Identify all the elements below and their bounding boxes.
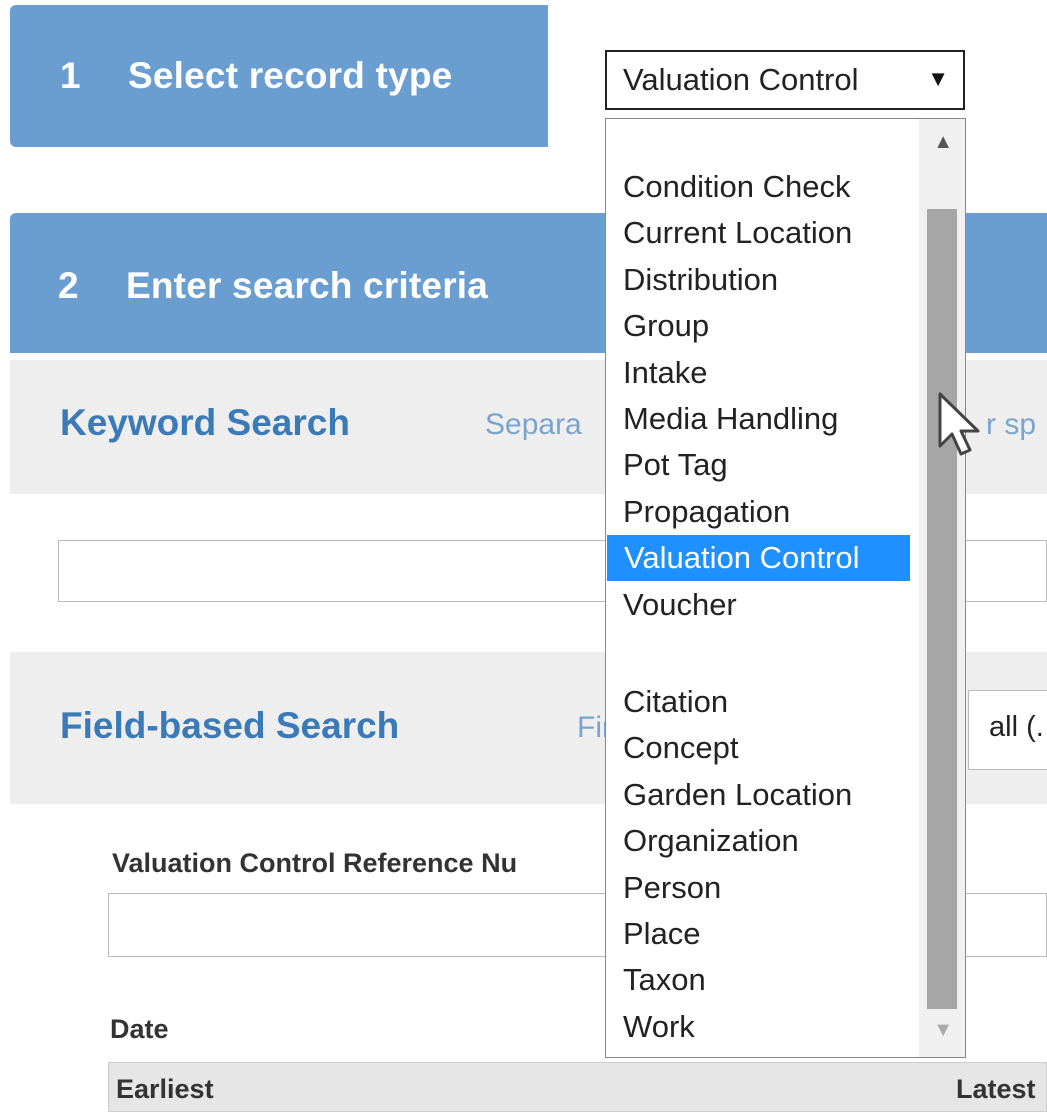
dropdown-option[interactable]: Group (606, 303, 709, 349)
scrollbar-thumb[interactable] (927, 209, 957, 1009)
dropdown-option[interactable]: Pot Tag (606, 442, 728, 488)
date-label: Date (110, 1014, 169, 1044)
step1-title: Select record type (128, 55, 453, 96)
dropdown-option[interactable]: Garden Location (606, 772, 852, 818)
dropdown-option[interactable]: Place (606, 911, 701, 957)
record-type-dropdown-list[interactable]: Condition Check Current Location Distribut… (605, 118, 966, 1058)
keyword-search-title: Keyword Search (60, 402, 350, 443)
dropdown-option[interactable]: Citation (606, 679, 728, 725)
dropdown-arrow-icon[interactable]: ▼ (927, 66, 949, 92)
dropdown-option[interactable]: Condition Check (606, 164, 850, 210)
record-type-select[interactable]: Valuation Control ▼ (605, 50, 965, 110)
valuation-control-reference-number-label: Valuation Control Reference Nu (112, 848, 518, 878)
step1-number: 1 (60, 55, 81, 96)
scroll-up-arrow-icon[interactable]: ▲ (933, 131, 953, 154)
dropdown-option[interactable]: Media Handling (606, 396, 838, 442)
dropdown-option[interactable]: Propagation (606, 489, 790, 535)
dropdown-option[interactable]: Intake (606, 350, 707, 396)
step1-header: 1 Select record type (10, 5, 548, 147)
dropdown-option[interactable]: Concept (606, 725, 738, 771)
date-earliest-header: Earliest (116, 1074, 214, 1104)
dropdown-option[interactable]: Taxon (606, 957, 706, 1003)
dropdown-option[interactable]: Person (606, 865, 721, 911)
keyword-search-hint-tail: r sp (986, 408, 1037, 441)
dropdown-option[interactable]: Valuation Control (607, 535, 910, 582)
dropdown-option[interactable]: Current Location (606, 210, 852, 256)
dropdown-option[interactable]: Distribution (606, 257, 778, 303)
match-mode-select[interactable]: all (. (968, 690, 1047, 770)
dropdown-option[interactable]: Voucher (606, 582, 737, 628)
dropdown-scrollbar[interactable]: ▲ ▼ (919, 119, 965, 1057)
record-type-selected-value: Valuation Control (623, 62, 859, 97)
keyword-search-hint: Separa (485, 408, 582, 441)
field-based-search-title: Field-based Search (60, 705, 400, 746)
dropdown-option[interactable]: Work (606, 1004, 695, 1050)
mouse-pointer-icon (938, 392, 980, 456)
dropdown-option[interactable]: Organization (606, 818, 799, 864)
date-latest-header: Latest (956, 1074, 1036, 1104)
step2-title: Enter search criteria (126, 265, 489, 306)
step2-number: 2 (58, 265, 79, 306)
scroll-down-arrow-icon[interactable]: ▼ (933, 1019, 953, 1042)
